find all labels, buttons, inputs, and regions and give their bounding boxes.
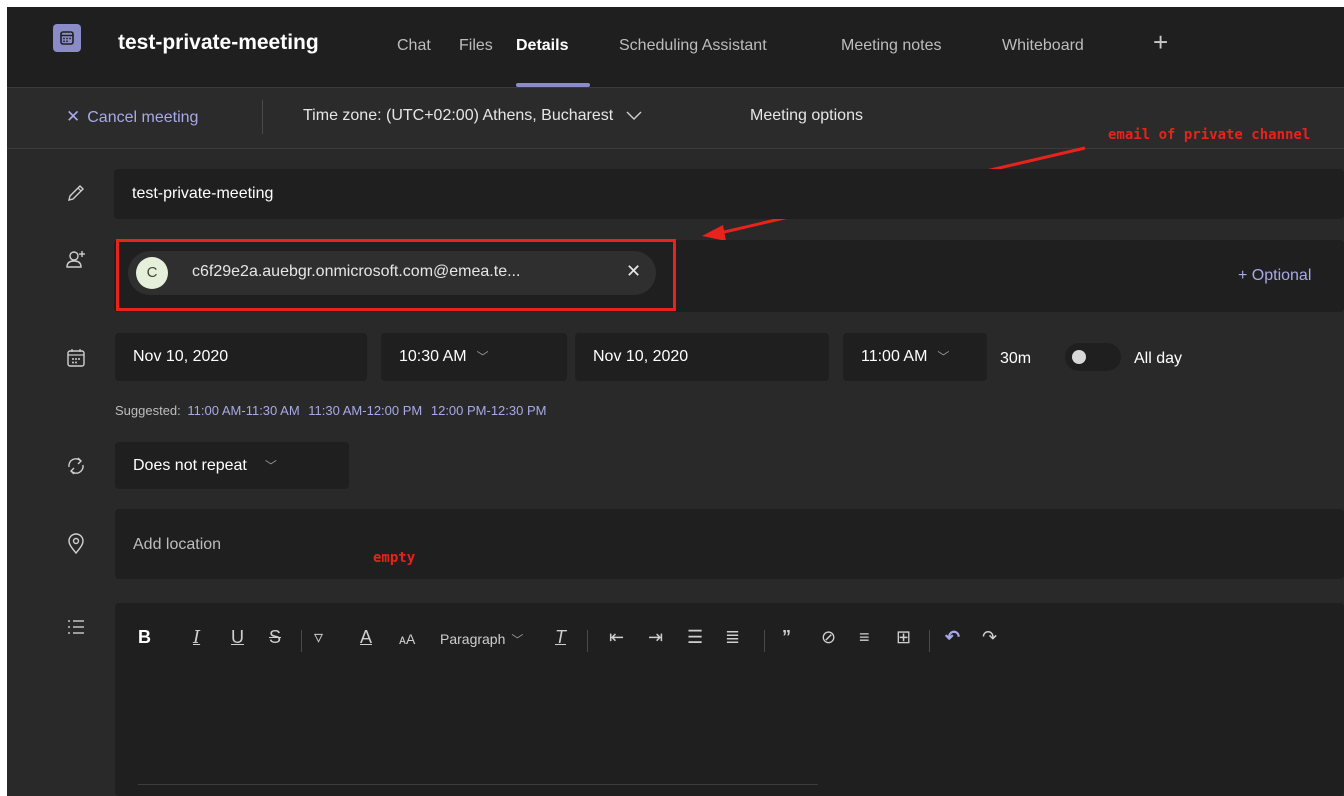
- repeat-value: Does not repeat ﹀: [133, 457, 277, 475]
- teams-meeting-window: test-private-meeting Chat Files Details …: [7, 7, 1344, 796]
- font-color-icon[interactable]: A: [360, 627, 372, 648]
- undo-icon[interactable]: ↶: [945, 627, 960, 648]
- horizontal-rule-icon[interactable]: ≡: [859, 627, 870, 648]
- end-date-value: Nov 10, 2020: [593, 348, 689, 365]
- suggested-time-2[interactable]: 11:30 AM-12:00 PM: [308, 403, 422, 418]
- chevron-down-icon: ﹀: [476, 350, 489, 364]
- toggle-knob: [1072, 350, 1086, 364]
- chevron-down-icon: ﹀: [511, 633, 524, 647]
- add-person-icon: [65, 249, 87, 271]
- suggested-time-3[interactable]: 12:00 PM-12:30 PM: [431, 403, 547, 418]
- list-icon: [65, 616, 87, 638]
- annotation-highlight-box: [116, 239, 676, 311]
- title-input[interactable]: test-private-meeting: [114, 169, 1344, 219]
- start-time-value: 10:30 AM ﹀: [399, 348, 489, 366]
- underline-icon[interactable]: U: [231, 627, 244, 648]
- suggested-times-row: Suggested: 11:00 AM-11:30 AM 11:30 AM-12…: [115, 403, 546, 418]
- calendar-icon: [65, 347, 87, 369]
- duration-label: 30m: [1000, 350, 1032, 367]
- link-icon[interactable]: ⊘: [821, 627, 836, 648]
- chevron-down-icon: ﹀: [264, 459, 277, 473]
- repeat-dropdown[interactable]: Does not repeat ﹀: [115, 442, 349, 489]
- repeat-icon: [65, 455, 87, 477]
- pencil-icon: [65, 182, 87, 204]
- suggested-label: Suggested:: [115, 403, 181, 418]
- strikethrough-icon[interactable]: S: [269, 627, 281, 648]
- email-annotation: email of private channel: [1108, 127, 1311, 143]
- paragraph-label: Paragraph: [440, 631, 506, 647]
- start-date-picker[interactable]: Nov 10, 2020: [115, 333, 367, 381]
- end-time-dropdown[interactable]: 11:00 AM ﹀: [843, 333, 987, 381]
- bold-icon[interactable]: B: [138, 627, 151, 648]
- toolbar-divider: [301, 630, 302, 652]
- increase-indent-icon[interactable]: ⇥: [648, 627, 663, 648]
- toolbar-divider: [587, 630, 588, 652]
- title-input-value: test-private-meeting: [132, 185, 274, 202]
- redo-icon[interactable]: ↷: [982, 627, 997, 648]
- paragraph-dropdown[interactable]: Paragraph ﹀: [440, 631, 523, 648]
- start-time-text: 10:30 AM: [399, 348, 467, 365]
- editor-divider: [138, 784, 818, 785]
- empty-annotation: empty: [373, 550, 416, 566]
- end-time-value: 11:00 AM ﹀: [861, 348, 949, 366]
- end-time-text: 11:00 AM: [861, 348, 928, 365]
- suggested-time-1[interactable]: 11:00 AM-11:30 AM: [187, 403, 299, 418]
- table-icon[interactable]: ⊞: [896, 627, 911, 648]
- font-size-icon[interactable]: ᴀA: [399, 631, 415, 647]
- toolbar-divider: [929, 630, 930, 652]
- location-placeholder: Add location: [133, 536, 222, 553]
- all-day-label: All day: [1134, 350, 1183, 367]
- location-pin-icon: [65, 533, 87, 555]
- all-day-toggle[interactable]: [1065, 343, 1121, 371]
- numbered-list-icon[interactable]: ≣: [725, 627, 740, 648]
- decrease-indent-icon[interactable]: ⇤: [609, 627, 624, 648]
- repeat-text: Does not repeat: [133, 457, 247, 474]
- start-time-dropdown[interactable]: 10:30 AM ﹀: [381, 333, 567, 381]
- italic-icon[interactable]: I: [193, 627, 200, 648]
- clear-format-icon[interactable]: T: [555, 627, 566, 648]
- toolbar-divider: [764, 630, 765, 652]
- end-date-picker[interactable]: Nov 10, 2020: [575, 333, 829, 381]
- quote-icon[interactable]: ”: [782, 627, 791, 648]
- highlight-icon[interactable]: ▿: [314, 627, 323, 648]
- location-input[interactable]: Add location: [115, 509, 1344, 579]
- bulleted-list-icon[interactable]: ☰: [687, 627, 703, 648]
- start-date-value: Nov 10, 2020: [133, 348, 229, 365]
- optional-attendees-link[interactable]: + Optional: [1238, 267, 1311, 285]
- chevron-down-icon: ﹀: [937, 350, 950, 364]
